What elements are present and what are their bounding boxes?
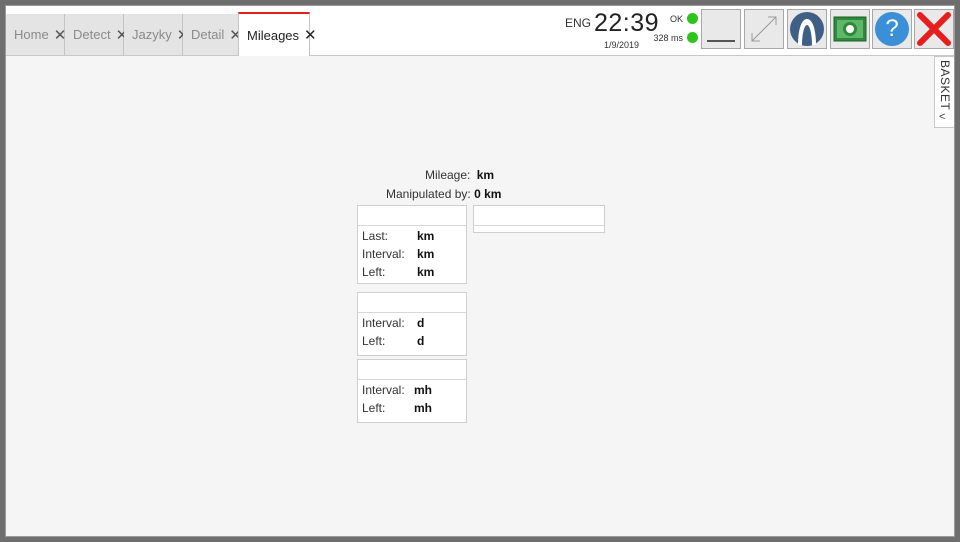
close-x-icon: [917, 12, 951, 46]
row-value: d: [417, 334, 425, 348]
row-value: km: [417, 265, 435, 279]
help-button[interactable]: ?: [872, 9, 912, 49]
tab-label: Detect: [73, 27, 111, 42]
user-icon: [790, 12, 824, 46]
card-header: [358, 206, 466, 226]
motor-hours-card: Interval: mh Left: mh: [357, 359, 467, 423]
tab-label: Jazyky: [132, 27, 172, 42]
latency-status: 328 ms: [653, 32, 698, 43]
row-label: Left:: [362, 401, 386, 415]
tab-bar: Home ✕ Detect ✕ Jazyky ✕ Detail ✕ Mileag…: [6, 6, 954, 56]
row-label: Left:: [362, 265, 386, 279]
language-indicator[interactable]: ENG: [565, 16, 591, 30]
row-label: Interval:: [362, 316, 405, 330]
minimize-icon: [707, 40, 735, 42]
card-row: Left: mh: [358, 398, 466, 416]
clock-date: 1/9/2019: [604, 40, 640, 50]
card-row: Interval: km: [358, 244, 466, 262]
mileage-value: km: [476, 168, 495, 182]
card-row: Interval: d: [358, 313, 466, 331]
row-value: km: [417, 229, 435, 243]
manipulated-value: 0 km: [474, 187, 502, 201]
close-app-button[interactable]: [914, 9, 954, 49]
row-value: km: [417, 247, 435, 261]
tab-jazyky[interactable]: Jazyky ✕: [124, 14, 189, 55]
card-row: Left: d: [358, 331, 466, 349]
card-row: Interval: mh: [358, 380, 466, 398]
manipulated-line: Manipulated by: 0 km: [386, 187, 501, 201]
connection-status: OK: [670, 13, 698, 24]
manipulated-label: Manipulated by:: [386, 187, 471, 201]
tab-home[interactable]: Home ✕: [6, 14, 66, 55]
card-row: Left: km: [358, 262, 466, 280]
close-tab-icon[interactable]: ✕: [304, 26, 317, 44]
status-ok-dot: [687, 13, 698, 24]
help-label: ?: [885, 15, 899, 42]
tab-label: Mileages: [247, 27, 300, 43]
tab-detail[interactable]: Detail ✕: [183, 14, 242, 55]
days-service-card: Interval: d Left: d: [357, 292, 467, 356]
clock-time: 22:39: [594, 9, 660, 37]
row-label: Left:: [362, 334, 386, 348]
minimize-button[interactable]: [701, 9, 741, 49]
latency-label: 328 ms: [653, 32, 683, 43]
card-header: [358, 360, 466, 380]
latency-dot: [687, 32, 698, 43]
row-value: d: [417, 316, 425, 330]
card-header: [474, 206, 604, 226]
card-header: [358, 293, 466, 313]
row-label: Interval:: [362, 383, 405, 397]
tab-label: Home: [14, 27, 49, 42]
row-value: mh: [414, 401, 432, 415]
row-label: Interval:: [362, 247, 405, 261]
row-value: mh: [414, 383, 432, 397]
tab-label: Detail: [191, 27, 225, 42]
card-row: Last: km: [358, 226, 466, 244]
user-button[interactable]: [787, 9, 827, 49]
mileage-label: Mileage:: [425, 168, 471, 182]
tab-mileages[interactable]: Mileages ✕: [238, 12, 317, 56]
app-window: Home ✕ Detect ✕ Jazyky ✕ Detail ✕ Mileag…: [5, 5, 955, 537]
money-button[interactable]: [830, 9, 870, 49]
banknote-icon: [833, 16, 867, 42]
status-ok-label: OK: [669, 13, 683, 24]
km-service-card: Last: km Interval: km Left: km: [357, 205, 467, 284]
tab-detect[interactable]: Detect ✕: [65, 14, 128, 55]
row-label: Last:: [362, 229, 389, 243]
resize-arrows-icon: [751, 16, 777, 42]
side-card: [473, 205, 605, 233]
resize-button[interactable]: [744, 9, 784, 49]
mileages-content: Mileage: km Manipulated by: 0 km Last: k…: [6, 56, 954, 536]
mileage-line: Mileage: km: [425, 168, 494, 182]
